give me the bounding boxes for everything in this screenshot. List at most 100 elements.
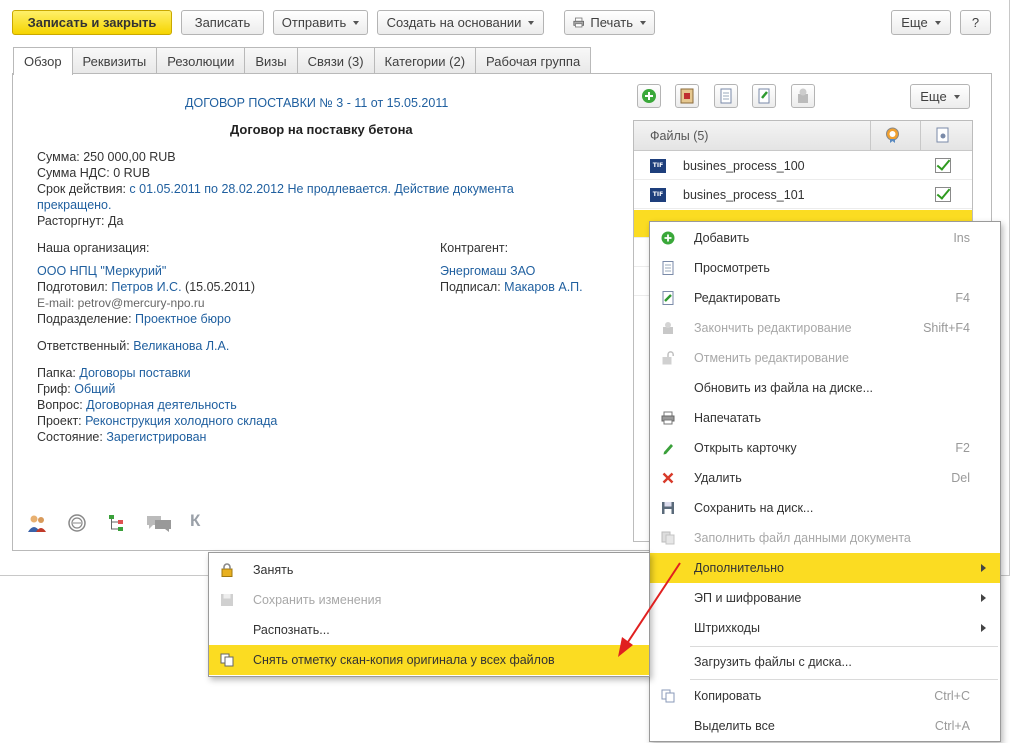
menu-item-open-card[interactable]: Открыть карточку F2 bbox=[650, 433, 1000, 463]
menu-item-shortcut: Del bbox=[951, 471, 970, 485]
stamp-link[interactable]: Общий bbox=[74, 382, 115, 396]
menu-item-signature-encryption[interactable]: ЭП и шифрование bbox=[650, 583, 1000, 613]
counterparty-link[interactable]: Энергомаш ЗАО bbox=[440, 263, 535, 279]
menu-item-copy[interactable]: Копировать Ctrl+C bbox=[650, 681, 1000, 711]
menu-item-label: Просмотреть bbox=[694, 261, 770, 275]
menu-item-label: Загрузить файлы с диска... bbox=[694, 655, 852, 669]
k-letter-icon[interactable]: К bbox=[190, 512, 200, 529]
term-value[interactable]: с 01.05.2011 по 28.02.2012 Не продлевает… bbox=[126, 182, 513, 196]
menu-item-label: Копировать bbox=[694, 689, 762, 703]
term-value-cont[interactable]: прекращено. bbox=[37, 197, 111, 213]
comments-icon[interactable] bbox=[146, 513, 172, 533]
menu-item-edit[interactable]: Редактировать F4 bbox=[650, 283, 1000, 313]
save-button[interactable]: Записать bbox=[181, 10, 264, 35]
save-and-close-button[interactable]: Записать и закрыть bbox=[12, 10, 172, 35]
participants-icon[interactable] bbox=[27, 513, 47, 533]
add-file-button[interactable] bbox=[637, 84, 661, 108]
tree-structure-icon[interactable] bbox=[107, 513, 127, 533]
submenu-item-lock[interactable]: Занять bbox=[209, 555, 649, 585]
save-changes-icon bbox=[221, 594, 233, 606]
file-row[interactable]: TIF busines_process_101 bbox=[634, 181, 972, 209]
email-text: E-mail: petrov@mercury-npo.ru bbox=[37, 296, 205, 310]
submenu-item-recognize[interactable]: Распознать... bbox=[209, 615, 649, 645]
clipboard-button[interactable] bbox=[675, 84, 699, 108]
our-org-label: Наша организация: bbox=[37, 241, 150, 255]
menu-separator bbox=[690, 679, 998, 680]
tab-workgroup[interactable]: Рабочая группа bbox=[475, 47, 592, 74]
menu-item-shortcut: F4 bbox=[955, 291, 970, 305]
tab-links[interactable]: Связи (3) bbox=[296, 47, 375, 74]
stamp-line: Гриф: Общий bbox=[37, 381, 115, 397]
responsible-link[interactable]: Великанова Л.А. bbox=[133, 339, 229, 353]
menu-item-save-to-disk[interactable]: Сохранить на диск... bbox=[650, 493, 1000, 523]
prepared-by-link[interactable]: Петров И.С. bbox=[111, 280, 181, 294]
view-file-button[interactable] bbox=[714, 84, 738, 108]
scan-copy-checkbox[interactable] bbox=[935, 187, 951, 202]
menu-item-shortcut: Ins bbox=[953, 231, 970, 245]
dept-link[interactable]: Проектное бюро bbox=[135, 312, 231, 326]
help-button[interactable]: ? bbox=[960, 10, 991, 35]
files-more-button[interactable]: Еще bbox=[910, 84, 970, 109]
document-type-link[interactable]: ДОГОВОР ПОСТАВКИ bbox=[185, 96, 316, 110]
printer-icon bbox=[661, 411, 675, 425]
signed-line: Подписал: Макаров А.П. bbox=[440, 279, 583, 295]
submenu-item-clear-scan-copy-mark[interactable]: Снять отметку скан-копия оригинала у все… bbox=[209, 645, 649, 675]
more-button[interactable]: Еще bbox=[891, 10, 951, 35]
send-button[interactable]: Отправить bbox=[273, 10, 368, 35]
menu-item-select-all[interactable]: Выделить все Ctrl+A bbox=[650, 711, 1000, 741]
dept-line: Подразделение: Проектное бюро bbox=[37, 311, 231, 327]
signed-by-link[interactable]: Макаров А.П. bbox=[504, 280, 583, 294]
menu-item-print[interactable]: Напечатать bbox=[650, 403, 1000, 433]
responsible-line: Ответственный: Великанова Л.А. bbox=[37, 338, 229, 354]
state-link[interactable]: Зарегистрирован bbox=[106, 430, 206, 444]
lock-icon bbox=[221, 563, 233, 577]
vat-text: Сумма НДС: 0 RUB bbox=[37, 166, 151, 180]
scan-copy-icon bbox=[220, 653, 234, 667]
menu-item-additional[interactable]: Дополнительно bbox=[650, 553, 1000, 583]
scan-copy-checkbox[interactable] bbox=[935, 158, 951, 173]
menu-item-fill-document-data[interactable]: Заполнить файл данными документа bbox=[650, 523, 1000, 553]
clipboard-icon bbox=[680, 88, 694, 104]
term-line: Срок действия: с 01.05.2011 по 28.02.201… bbox=[37, 181, 514, 197]
project-link[interactable]: Реконструкция холодного склада bbox=[85, 414, 277, 428]
print-button[interactable]: Печать bbox=[564, 10, 655, 35]
send-label: Отправить bbox=[281, 15, 347, 30]
plus-circle-icon bbox=[642, 89, 656, 103]
print-label: Печать bbox=[590, 15, 633, 30]
menu-item-barcodes[interactable]: Штрихкоды bbox=[650, 613, 1000, 643]
question-link[interactable]: Договорная деятельность bbox=[86, 398, 237, 412]
tab-visas[interactable]: Визы bbox=[244, 47, 298, 74]
menu-item-shortcut: Ctrl+C bbox=[934, 689, 970, 703]
stamp-icon[interactable] bbox=[67, 513, 87, 533]
menu-item-cancel-edit[interactable]: Отменить редактирование bbox=[650, 343, 1000, 373]
pencil-icon bbox=[663, 444, 673, 455]
prepared-line: Подготовил: Петров И.С. (15.05.2011) bbox=[37, 279, 255, 295]
sum-text: Сумма: 250 000,00 RUB bbox=[37, 150, 176, 164]
finish-edit-button[interactable] bbox=[791, 84, 815, 108]
create-based-on-button[interactable]: Создать на основании bbox=[377, 10, 544, 35]
menu-item-refresh-from-disk[interactable]: Обновить из файла на диске... bbox=[650, 373, 1000, 403]
tab-requisites[interactable]: Реквизиты bbox=[71, 47, 158, 74]
tab-categories[interactable]: Категории (2) bbox=[373, 47, 477, 74]
edit-file-button[interactable] bbox=[752, 84, 776, 108]
menu-item-view[interactable]: Просмотреть bbox=[650, 253, 1000, 283]
menu-item-upload-from-disk[interactable]: Загрузить файлы с диска... bbox=[650, 647, 1000, 677]
file-context-menu: Добавить Ins Просмотреть Редактировать F… bbox=[649, 221, 1001, 742]
menu-item-finish-edit[interactable]: Закончить редактирование Shift+F4 bbox=[650, 313, 1000, 343]
document-icon bbox=[662, 261, 674, 275]
folder-link[interactable]: Договоры поставки bbox=[79, 366, 190, 380]
menu-item-label: Заполнить файл данными документа bbox=[694, 531, 911, 545]
tif-file-icon: TIF bbox=[650, 159, 666, 173]
tab-overview[interactable]: Обзор bbox=[13, 47, 73, 75]
save-disk-icon bbox=[662, 502, 674, 514]
menu-item-add[interactable]: Добавить Ins bbox=[650, 223, 1000, 253]
menu-item-label: Выделить все bbox=[694, 719, 775, 733]
finish-edit-icon bbox=[798, 88, 808, 103]
menu-item-label: Редактировать bbox=[694, 291, 781, 305]
tab-resolutions[interactable]: Резолюции bbox=[156, 47, 246, 74]
menu-item-delete[interactable]: Удалить Del bbox=[650, 463, 1000, 493]
submenu-item-save-changes[interactable]: Сохранить изменения bbox=[209, 585, 649, 615]
file-row[interactable]: TIF busines_process_100 bbox=[634, 152, 972, 180]
plus-circle-icon bbox=[661, 231, 675, 245]
our-org-link[interactable]: ООО НПЦ "Меркурий" bbox=[37, 263, 166, 279]
